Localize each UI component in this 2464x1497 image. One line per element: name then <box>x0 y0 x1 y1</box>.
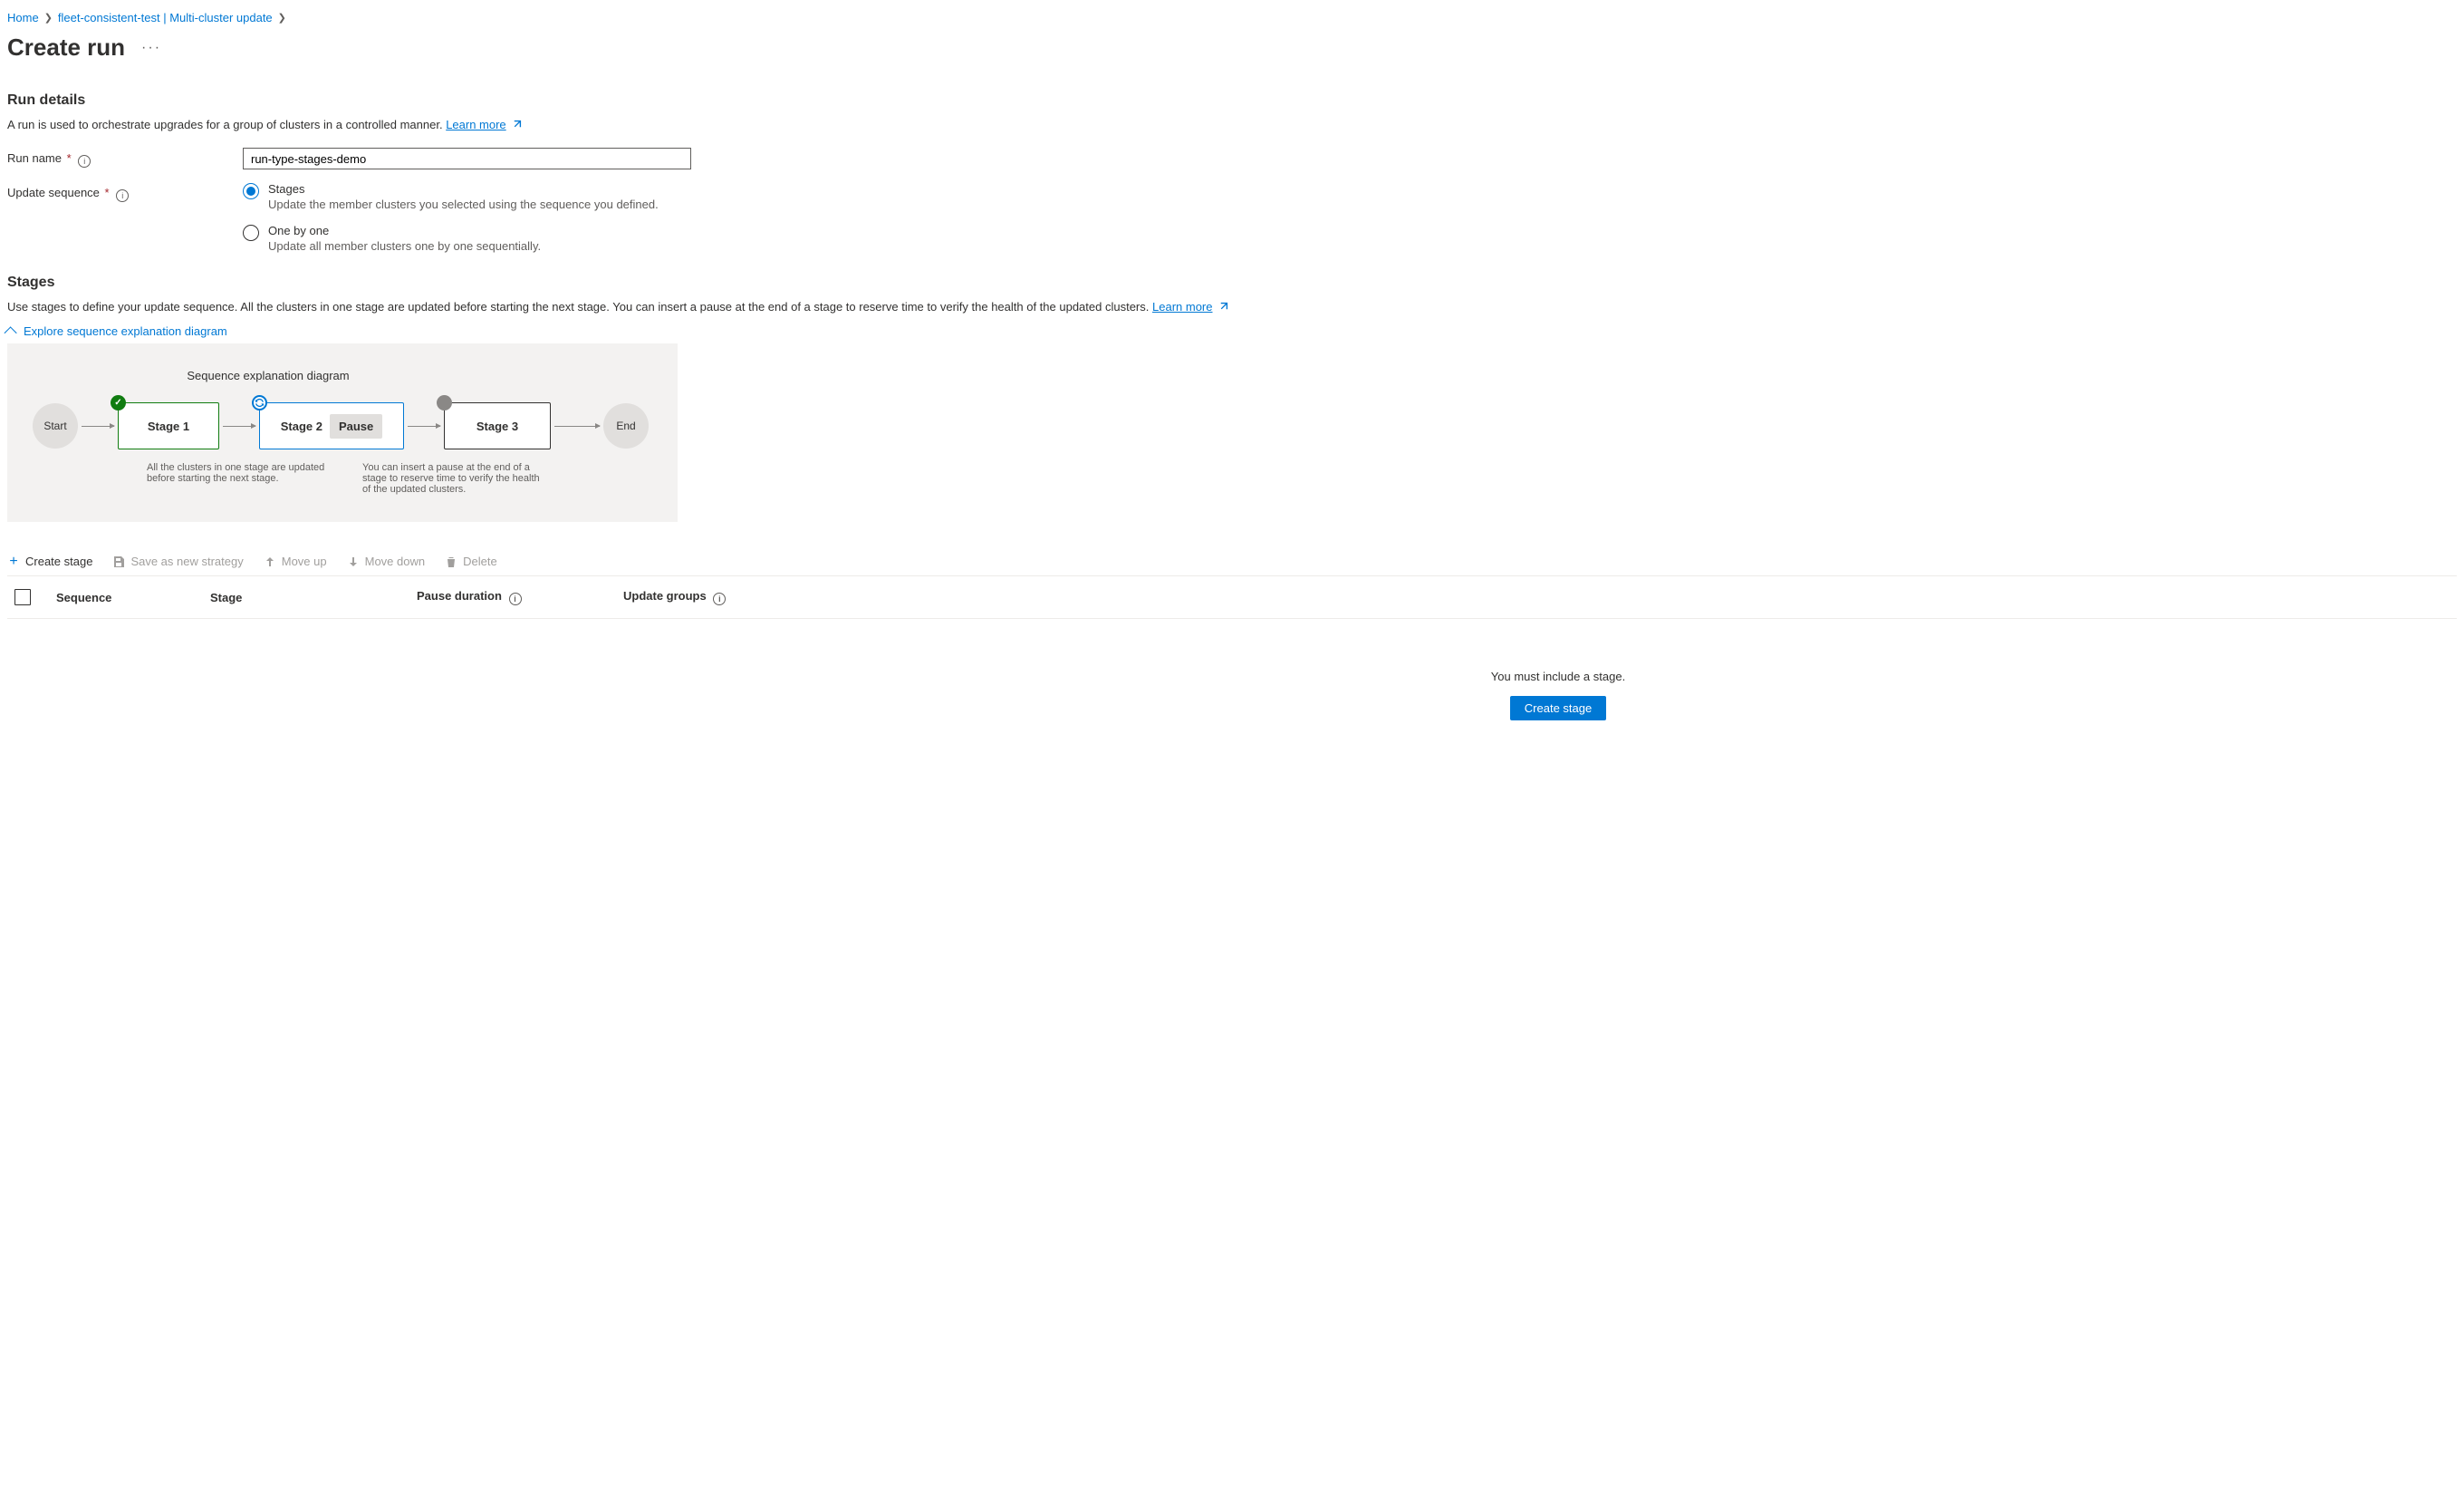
select-all-checkbox[interactable] <box>14 589 31 605</box>
col-stage: Stage <box>210 591 417 604</box>
diagram-notes: All the clusters in one stage are update… <box>33 462 652 495</box>
radio-one-by-one[interactable]: One by one Update all member clusters on… <box>243 224 659 253</box>
stages-section: Stages Use stages to define your update … <box>7 275 2457 720</box>
diagram-stage1: Stage 1 <box>118 402 219 449</box>
info-icon[interactable]: i <box>116 189 129 202</box>
required-icon: * <box>67 151 72 165</box>
info-icon[interactable]: i <box>509 593 522 605</box>
info-icon[interactable]: i <box>713 593 726 605</box>
learn-more-link[interactable]: Learn more <box>1152 300 1212 314</box>
stage-toolbar: + Create stage Save as new strategy Move… <box>7 547 2457 576</box>
learn-more-link[interactable]: Learn more <box>446 118 505 131</box>
chevron-right-icon: ❯ <box>44 12 53 24</box>
pending-icon <box>437 395 452 410</box>
empty-state: You must include a stage. Create stage <box>806 670 1658 720</box>
empty-message: You must include a stage. <box>1491 670 1625 683</box>
arrow-up-icon <box>264 555 276 568</box>
diagram-end-node: End <box>603 403 649 449</box>
diagram-note-1: All the clusters in one stage are update… <box>147 462 337 495</box>
info-icon[interactable]: i <box>78 155 91 168</box>
run-details-section: Run details A run is used to orchestrate… <box>7 92 2457 253</box>
title-row: Create run ··· <box>7 34 2457 62</box>
move-up-button: Move up <box>264 555 327 568</box>
external-link-icon <box>1218 301 1228 311</box>
run-name-label: Run name * i <box>7 148 243 169</box>
col-sequence: Sequence <box>56 591 210 604</box>
check-icon <box>111 395 126 410</box>
run-name-row: Run name * i <box>7 148 2457 169</box>
col-pause: Pause duration i <box>417 589 623 605</box>
pause-chip: Pause <box>330 414 382 439</box>
update-sequence-radios: Stages Update the member clusters you se… <box>243 182 659 253</box>
diagram-row: Start Stage 1 Stage 2 Pause Stage 3 End <box>33 402 652 449</box>
breadcrumb-fleet[interactable]: fleet-consistent-test | Multi-cluster up… <box>58 11 273 24</box>
diagram-stage3: Stage 3 <box>444 402 551 449</box>
chevron-right-icon: ❯ <box>278 12 286 24</box>
radio-stages[interactable]: Stages Update the member clusters you se… <box>243 182 659 211</box>
diagram-title: Sequence explanation diagram <box>178 369 359 382</box>
chevron-up-icon <box>5 326 17 339</box>
run-name-input[interactable] <box>243 148 691 169</box>
arrow-icon <box>554 426 600 427</box>
stages-desc: Use stages to define your update sequenc… <box>7 300 2457 314</box>
arrow-icon <box>223 426 255 427</box>
arrow-icon <box>408 426 440 427</box>
delete-button: Delete <box>445 555 497 568</box>
save-strategy-button: Save as new strategy <box>112 555 243 568</box>
sync-icon <box>252 395 267 410</box>
run-details-heading: Run details <box>7 92 2457 109</box>
save-icon <box>112 555 125 568</box>
plus-icon: + <box>7 555 20 568</box>
diagram-note-2: You can insert a pause at the end of a s… <box>362 462 544 495</box>
page-title: Create run <box>7 34 125 62</box>
update-sequence-row: Update sequence * i Stages Update the me… <box>7 182 2457 253</box>
create-stage-primary-button[interactable]: Create stage <box>1510 696 1606 720</box>
update-sequence-label: Update sequence * i <box>7 182 243 253</box>
diagram-panel: Sequence explanation diagram Start Stage… <box>7 343 678 522</box>
create-stage-button[interactable]: + Create stage <box>7 555 92 568</box>
more-icon[interactable]: ··· <box>141 40 161 56</box>
move-down-button: Move down <box>347 555 425 568</box>
col-groups: Update groups i <box>623 589 804 605</box>
stages-heading: Stages <box>7 275 2457 291</box>
diagram-stage2: Stage 2 Pause <box>259 402 404 449</box>
radio-icon <box>243 225 259 241</box>
breadcrumb-home[interactable]: Home <box>7 11 39 24</box>
breadcrumb: Home ❯ fleet-consistent-test | Multi-clu… <box>7 7 2457 34</box>
arrow-icon <box>82 426 114 427</box>
stages-table-header: Sequence Stage Pause duration i Update g… <box>7 576 2457 619</box>
run-details-desc: A run is used to orchestrate upgrades fo… <box>7 118 2457 131</box>
trash-icon <box>445 555 457 568</box>
external-link-icon <box>512 119 522 129</box>
radio-icon <box>243 183 259 199</box>
required-icon: * <box>105 186 110 199</box>
diagram-toggle[interactable]: Explore sequence explanation diagram <box>7 324 2457 338</box>
arrow-down-icon <box>347 555 360 568</box>
diagram-start-node: Start <box>33 403 78 449</box>
